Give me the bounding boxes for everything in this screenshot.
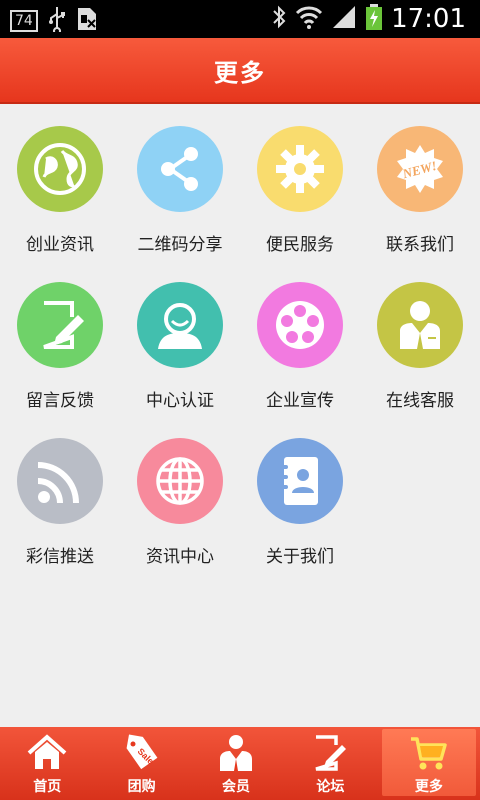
grid-item-label: 企业宣传 xyxy=(266,391,334,411)
grid-item-label: 资讯中心 xyxy=(146,547,214,567)
grid-item-label: 留言反馈 xyxy=(26,391,94,411)
grid-item-label: 中心认证 xyxy=(146,391,214,411)
signal-strength-icon xyxy=(331,4,357,34)
grid-item-label: 创业资讯 xyxy=(26,235,94,255)
support-agent-icon xyxy=(400,301,440,349)
grid-item-icon-bg xyxy=(257,438,343,524)
grid-item-online-support[interactable]: 在线客服 xyxy=(360,260,480,416)
tab-label: 团购 xyxy=(127,779,156,795)
status-right: 17:01 xyxy=(271,2,466,36)
battery-charging-icon xyxy=(365,3,383,35)
grid-item-certification[interactable]: 中心认证 xyxy=(120,260,240,416)
grid-item-icon-bg xyxy=(17,126,103,212)
tab-label: 首页 xyxy=(33,779,62,795)
web-globe-icon xyxy=(156,457,204,505)
grid-item-icon-bg xyxy=(137,126,223,212)
status-left: 74 xyxy=(10,6,98,36)
tab-forum[interactable]: 论坛 xyxy=(283,727,377,800)
grid-item-icon-bg xyxy=(17,282,103,368)
grid-item-feedback[interactable]: 留言反馈 xyxy=(0,260,120,416)
grid-item-services[interactable]: 便民服务 xyxy=(240,104,360,260)
contacts-book-icon xyxy=(280,457,318,505)
grid-item-icon-bg xyxy=(17,438,103,524)
grid-item-label: 在线客服 xyxy=(386,391,454,411)
grid-item-label: 彩信推送 xyxy=(26,547,94,567)
grid-item-icon-bg xyxy=(137,438,223,524)
grid-item-news-center[interactable]: 资讯中心 xyxy=(120,416,240,572)
tab-label: 论坛 xyxy=(316,779,345,795)
page-title: 更多 xyxy=(214,58,266,87)
grid-item-contact[interactable]: NEW! 联系我们 xyxy=(360,104,480,260)
new-badge-icon: NEW! xyxy=(397,145,443,193)
grid-item-startup-news[interactable]: 创业资讯 xyxy=(0,104,120,260)
grid-item-icon-bg xyxy=(137,282,223,368)
status-bar: 74 17:01 xyxy=(0,0,480,38)
grid-item-label: 二维码分享 xyxy=(137,235,223,255)
member-icon xyxy=(220,735,253,771)
usb-icon xyxy=(48,6,66,36)
sale-tag-icon: Sale xyxy=(126,734,158,770)
tab-home[interactable]: 首页 xyxy=(0,727,94,800)
grid-item-label: 便民服务 xyxy=(266,235,334,255)
cart-icon xyxy=(410,737,447,770)
edit-icon xyxy=(43,301,84,349)
user-icon xyxy=(158,303,202,349)
sim-card-icon xyxy=(76,6,98,36)
grid-item-icon-bg: NEW! xyxy=(377,126,463,212)
grid-item-label: 联系我们 xyxy=(386,235,454,255)
grid-item-about[interactable]: 关于我们 xyxy=(240,416,360,572)
grid-item-mms-push[interactable]: 彩信推送 xyxy=(0,416,120,572)
tab-label: 更多 xyxy=(414,779,443,795)
page-header: 更多 xyxy=(0,38,480,104)
wifi-icon xyxy=(295,4,323,34)
tab-group-buy[interactable]: Sale 团购 xyxy=(94,727,188,800)
clock: 17:01 xyxy=(391,4,466,34)
tab-more[interactable]: 更多 xyxy=(381,729,477,796)
forum-edit-icon xyxy=(315,735,347,771)
gear-icon xyxy=(276,145,324,193)
grid-item-promotion[interactable]: 企业宣传 xyxy=(240,260,360,416)
share-icon xyxy=(161,147,198,191)
grid-item-qr-share[interactable]: 二维码分享 xyxy=(120,104,240,260)
tab-label: 会员 xyxy=(222,779,251,795)
bluetooth-icon xyxy=(271,4,287,34)
rss-icon xyxy=(37,462,79,504)
grid-item-icon-bg xyxy=(377,282,463,368)
home-icon xyxy=(27,734,67,769)
grid-item-icon-bg xyxy=(257,126,343,212)
bottom-tab-bar: 首页 Sale 团购 会员 论坛 更多 xyxy=(0,727,480,800)
globe-icon xyxy=(34,143,86,195)
battery-level-indicator: 74 xyxy=(10,10,38,32)
film-reel-icon xyxy=(276,301,324,349)
grid-item-label: 关于我们 xyxy=(266,547,334,567)
grid-item-icon-bg xyxy=(257,282,343,368)
tab-member[interactable]: 会员 xyxy=(189,727,283,800)
